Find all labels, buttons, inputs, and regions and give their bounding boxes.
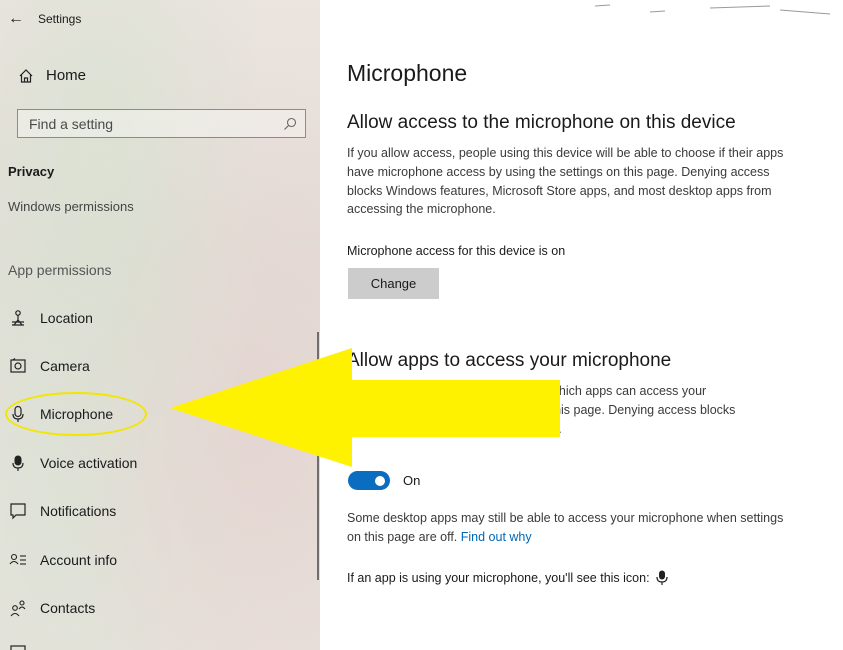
device-access-status: Microphone access for this device is on [347,244,566,258]
contacts-icon [8,598,28,618]
sidebar-item-camera[interactable]: Camera [8,356,90,376]
calendar-icon [8,642,28,650]
sidebar: ← Settings Home Privacy Windows permissi… [0,0,320,650]
desktop-apps-note-text: Some desktop apps may still be able to a… [347,511,784,544]
scan-smudge [594,4,831,15]
location-icon [8,308,28,328]
annotation-ellipse [5,392,147,436]
back-arrow-icon[interactable]: ← [8,10,38,28]
apps-desc-line-3: apps from accessing your microphone. [347,421,562,436]
sidebar-item-contacts[interactable]: Contacts [8,598,95,618]
device-access-description: If you allow access, people using this d… [347,146,784,217]
icon-note: If an app is using your microphone, you'… [347,570,668,586]
windows-permissions-heading: Windows permissions [8,199,134,214]
sidebar-item-account-info[interactable]: Account info [8,550,117,570]
apps-desc-line-2: microphone by using the settings on this… [347,402,736,417]
camera-icon [8,356,28,376]
sidebar-item-label: Camera [40,358,90,374]
sidebar-item-notifications[interactable]: Notifications [8,501,116,521]
sidebar-item-partial[interactable] [8,642,40,650]
app-permissions-heading: App permissions [8,262,112,278]
change-button[interactable]: Change [348,268,439,299]
sidebar-item-label: Account info [40,552,118,568]
desktop-apps-note: Some desktop apps may still be able to a… [347,509,797,547]
account-info-icon [8,550,28,570]
titlebar: ← Settings [8,10,81,28]
voice-activation-icon [8,453,28,473]
sidebar-item-voice-activation[interactable]: Voice activation [8,453,137,473]
home-nav-item[interactable]: Home [18,67,86,84]
section-heading: Privacy [8,164,55,179]
apps-access-toggle[interactable] [348,471,390,490]
window-title: Settings [38,12,82,26]
home-label: Home [46,67,87,84]
notifications-icon [8,501,28,521]
sidebar-item-label: Voice activation [40,455,138,471]
sidebar-item-label: Location [40,310,93,326]
sidebar-item-label: Contacts [40,600,96,616]
page-title: Microphone [347,60,468,86]
apps-desc-line-1: If you allow access, you can choose whic… [347,384,707,398]
search-icon[interactable] [283,117,297,131]
search-box[interactable] [17,109,306,138]
microphone-in-use-icon [655,570,668,585]
sidebar-item-label: Notifications [40,503,117,519]
sidebar-scrollbar[interactable] [317,332,319,580]
icon-note-text: If an app is using your microphone, you'… [347,571,650,585]
toggle-state-label: On [403,473,421,488]
home-icon [19,68,33,83]
apps-access-description: If you allow access, you can choose whic… [347,382,787,438]
search-input[interactable] [29,115,269,132]
find-out-why-link[interactable]: Find out why [461,530,532,544]
device-access-heading: Allow access to the microphone on this d… [347,112,736,133]
sidebar-item-location[interactable]: Location [8,308,93,328]
apps-access-heading: Allow apps to access your microphone [347,350,672,371]
toggle-knob [375,475,385,486]
